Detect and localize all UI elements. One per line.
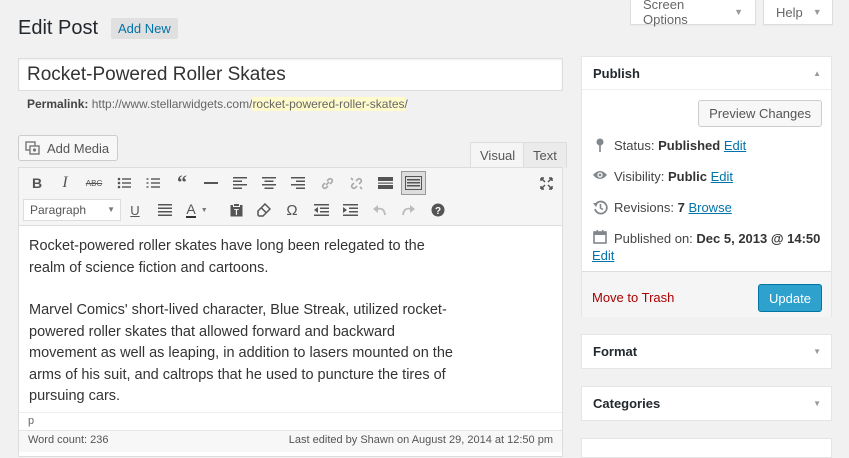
tab-text[interactable]: Text: [523, 142, 567, 168]
justify-icon[interactable]: [154, 199, 176, 221]
link-icon[interactable]: [316, 172, 338, 194]
chevron-down-icon: ▼: [812, 7, 822, 17]
horizontal-rule-icon[interactable]: [200, 172, 222, 194]
text-color-icon[interactable]: A ▼: [180, 199, 214, 221]
published-label: Published on:: [614, 231, 693, 246]
expand-icon[interactable]: ▼: [813, 399, 821, 408]
next-box: [581, 438, 832, 458]
pin-icon: [592, 138, 608, 155]
revisions-value: 7: [677, 200, 685, 215]
published-value: Dec 5, 2013 @ 14:50: [696, 231, 821, 246]
revisions-browse-link[interactable]: Browse: [688, 200, 731, 215]
permalink-base: http://www.stellarwidgets.com/: [91, 97, 253, 111]
align-left-icon[interactable]: [229, 172, 251, 194]
outdent-icon[interactable]: [310, 199, 332, 221]
word-count: Word count: 236: [28, 434, 109, 446]
update-button[interactable]: Update: [758, 284, 822, 312]
visibility-edit-link[interactable]: Edit: [711, 169, 733, 184]
underline-icon[interactable]: U: [124, 199, 146, 221]
fullscreen-icon[interactable]: [535, 172, 557, 194]
toolbar-toggle-icon[interactable]: [401, 171, 426, 195]
permalink-end: /: [404, 97, 408, 111]
add-media-button[interactable]: Add Media: [18, 135, 119, 161]
unlink-icon[interactable]: [345, 172, 367, 194]
tab-visual[interactable]: Visual: [470, 142, 526, 168]
eye-icon: [592, 169, 608, 184]
screen-options-label: Screen Options: [643, 0, 688, 27]
svg-text:T: T: [234, 208, 239, 217]
format-select-value: Paragraph: [30, 203, 87, 217]
italic-icon[interactable]: I: [54, 172, 76, 194]
published-edit-link[interactable]: Edit: [592, 248, 614, 263]
visibility-row: Visibility: Public Edit: [592, 169, 733, 184]
clear-formatting-icon[interactable]: [253, 199, 275, 221]
publish-actions: Move to Trash Update: [582, 271, 831, 317]
categories-box: Categories ▼: [581, 386, 832, 421]
categories-box-header[interactable]: Categories ▼: [582, 387, 831, 420]
published-on-row: Published on: Dec 5, 2013 @ 14:50 Edit: [592, 230, 824, 264]
permalink-label: Permalink:: [27, 97, 89, 111]
preview-changes-button[interactable]: Preview Changes: [698, 100, 822, 127]
add-media-label: Add Media: [47, 140, 110, 156]
expand-icon[interactable]: ▼: [813, 347, 821, 356]
format-select[interactable]: Paragraph ▼: [23, 199, 121, 221]
visibility-label: Visibility:: [614, 169, 665, 184]
calendar-icon: [592, 230, 608, 247]
help-label: Help: [776, 4, 803, 20]
move-to-trash-link[interactable]: Move to Trash: [592, 290, 674, 305]
editor-content[interactable]: Rocket-powered roller skates have long b…: [19, 226, 562, 408]
help-button[interactable]: Help ▼: [763, 0, 833, 25]
revisions-label: Revisions:: [614, 200, 674, 215]
align-right-icon[interactable]: [287, 172, 309, 194]
blockquote-icon[interactable]: “: [171, 172, 193, 194]
post-title-input[interactable]: Rocket-Powered Roller Skates: [18, 58, 563, 91]
help-icon[interactable]: ?: [427, 199, 449, 221]
bold-icon[interactable]: B: [26, 172, 48, 194]
svg-text:?: ?: [435, 206, 441, 217]
permalink: Permalink: http://www.stellarwidgets.com…: [27, 97, 408, 111]
screen-options-button[interactable]: Screen Options ▼: [630, 0, 756, 27]
indent-icon[interactable]: [339, 199, 361, 221]
paste-text-icon[interactable]: T: [225, 199, 247, 221]
undo-icon[interactable]: [369, 199, 391, 221]
last-edited: Last edited by Shawn on August 29, 2014 …: [288, 434, 553, 446]
content-paragraph: Rocket-powered roller skates have long b…: [29, 238, 425, 276]
permalink-slug[interactable]: rocket-powered-roller-skates: [252, 97, 405, 111]
special-character-icon[interactable]: Ω: [281, 199, 303, 221]
status-row: Status: Published Edit: [592, 138, 746, 155]
format-box-title: Format: [593, 344, 638, 359]
post-editor: B I ABC “ Paragraph ▼ U A ▼ T Ω ? Rocket…: [18, 167, 563, 457]
format-box-header[interactable]: Format ▼: [582, 335, 831, 368]
status-value: Published: [658, 138, 721, 153]
status-edit-link[interactable]: Edit: [724, 138, 746, 153]
element-path[interactable]: p: [19, 412, 562, 430]
numbered-list-icon[interactable]: [142, 172, 164, 194]
content-paragraph: Marvel Comics' short-lived character, Bl…: [29, 302, 453, 404]
chevron-down-icon: ▼: [107, 205, 115, 214]
bullet-list-icon[interactable]: [113, 172, 135, 194]
publish-box-title: Publish: [593, 65, 640, 81]
page-title: Edit Post: [18, 17, 99, 39]
add-new-button[interactable]: Add New: [111, 18, 178, 39]
visibility-value: Public: [667, 169, 707, 184]
revisions-icon: [592, 200, 608, 218]
editor-toolbar: B I ABC “ Paragraph ▼ U A ▼ T Ω ?: [19, 168, 562, 226]
status-label: Status:: [614, 138, 655, 153]
align-center-icon[interactable]: [258, 172, 280, 194]
editor-status-bar: Word count: 236 Last edited by Shawn on …: [19, 430, 562, 452]
publish-box: Publish ▲ Preview Changes Status: Publis…: [581, 56, 832, 317]
strikethrough-icon[interactable]: ABC: [83, 172, 105, 194]
categories-box-title: Categories: [593, 396, 661, 411]
media-icon: [25, 141, 41, 155]
collapse-icon[interactable]: ▲: [813, 69, 821, 78]
revisions-row: Revisions: 7 Browse: [592, 200, 732, 218]
redo-icon[interactable]: [397, 199, 419, 221]
chevron-down-icon: ▼: [734, 7, 743, 17]
format-box: Format ▼: [581, 334, 832, 369]
read-more-icon[interactable]: [374, 172, 396, 194]
publish-box-header[interactable]: Publish ▲: [582, 57, 831, 90]
